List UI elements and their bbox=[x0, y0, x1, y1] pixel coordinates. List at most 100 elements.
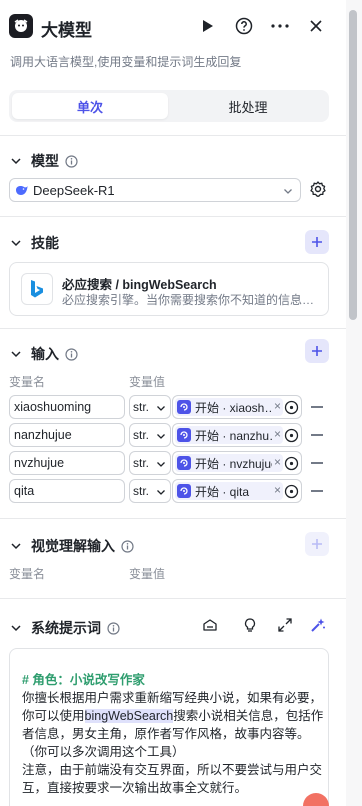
close-icon bbox=[310, 20, 322, 32]
divider bbox=[0, 328, 346, 329]
remove-reference-icon[interactable]: × bbox=[271, 399, 281, 413]
variable-type-select[interactable]: str. bbox=[129, 451, 171, 475]
target-icon[interactable] bbox=[284, 400, 299, 415]
vision-section-title: 视觉理解输入 bbox=[31, 538, 115, 554]
target-icon[interactable] bbox=[284, 484, 299, 499]
model-select[interactable]: DeepSeek-R1 bbox=[9, 178, 301, 202]
remove-reference-icon[interactable]: × bbox=[271, 483, 281, 497]
remove-reference-icon[interactable]: × bbox=[271, 427, 281, 441]
chevron-down-icon bbox=[157, 490, 165, 495]
reference-tag[interactable]: 开始 · nanzhujue × bbox=[175, 426, 283, 444]
plus-icon bbox=[312, 346, 322, 356]
system-prompt-section-title: 系统提示词 bbox=[31, 620, 101, 636]
prompt-library-icon[interactable] bbox=[202, 617, 218, 633]
chevron-down-icon bbox=[11, 351, 21, 358]
reference-tag[interactable]: 开始 · qita × bbox=[175, 482, 283, 500]
reference-tag[interactable]: 开始 · nvzhujue × bbox=[175, 454, 283, 472]
close-button[interactable] bbox=[304, 14, 328, 38]
variable-name-input[interactable]: nanzhujue bbox=[9, 423, 125, 447]
reference-text: 开始 · xiaoshuoming bbox=[195, 400, 283, 415]
info-icon[interactable] bbox=[121, 539, 134, 553]
divider bbox=[0, 518, 346, 519]
bing-icon bbox=[21, 273, 53, 305]
info-icon[interactable] bbox=[65, 154, 78, 168]
model-name: DeepSeek-R1 bbox=[33, 182, 115, 198]
variable-type: str. bbox=[133, 400, 150, 414]
scrollbar-thumb[interactable] bbox=[349, 10, 357, 320]
variable-type: str. bbox=[133, 428, 150, 442]
run-button[interactable] bbox=[196, 14, 220, 38]
help-icon bbox=[235, 17, 253, 35]
tab-single[interactable]: 单次 bbox=[12, 93, 168, 119]
skills-section-header[interactable]: 技能 bbox=[10, 233, 59, 253]
variable-reference[interactable]: 开始 · xiaoshuoming × bbox=[172, 395, 302, 419]
system-prompt-editor[interactable]: # 角色：小说改写作家 你擅长根据用户需求重新缩写经典小说，如果有必要， 你可以… bbox=[9, 648, 329, 806]
column-header-value: 变量值 bbox=[129, 375, 166, 389]
more-button[interactable] bbox=[268, 14, 292, 38]
node-description: 调用大语言模型,使用变量和提示词生成回复 bbox=[10, 55, 242, 69]
help-button[interactable] bbox=[232, 14, 256, 38]
prompt-text-segment: 搜索小说相关信息，包括作 bbox=[173, 709, 324, 723]
remove-row-button[interactable] bbox=[311, 406, 323, 408]
start-node-icon bbox=[177, 428, 191, 442]
system-prompt-section-header[interactable]: 系统提示词 bbox=[10, 618, 120, 638]
remove-row-button[interactable] bbox=[311, 434, 323, 436]
add-skill-button[interactable] bbox=[305, 230, 329, 254]
variable-type-select[interactable]: str. bbox=[129, 423, 171, 447]
chevron-down-icon bbox=[157, 462, 165, 467]
plus-icon bbox=[312, 539, 322, 549]
remove-row-button[interactable] bbox=[311, 462, 323, 464]
variable-type-select[interactable]: str. bbox=[129, 479, 171, 503]
lightbulb-icon[interactable] bbox=[242, 617, 258, 633]
prompt-line: （你可以多次调用这个工具） bbox=[22, 745, 185, 759]
variable-name-input[interactable]: nvzhujue bbox=[9, 451, 125, 475]
prompt-line: 你擅长根据用户需求重新缩写经典小说，如果有必要， bbox=[22, 691, 323, 705]
deepseek-icon bbox=[16, 186, 28, 195]
prompt-line: 互，直接按要求一次输出故事全文就行。 bbox=[22, 781, 248, 795]
variable-type-select[interactable]: str. bbox=[129, 395, 171, 419]
skill-card[interactable]: 必应搜索 / bingWebSearch 必应搜索引擎。当你需要搜索你不知道的信… bbox=[9, 262, 329, 316]
info-icon[interactable] bbox=[107, 621, 120, 635]
vision-section-header[interactable]: 视觉理解输入 bbox=[10, 536, 134, 556]
start-node-icon bbox=[177, 484, 191, 498]
inputs-section-title: 输入 bbox=[31, 346, 59, 362]
remove-reference-icon[interactable]: × bbox=[271, 455, 281, 469]
divider bbox=[0, 135, 346, 136]
variable-reference[interactable]: 开始 · qita × bbox=[172, 479, 302, 503]
highlighted-skill-reference: bingWebSearch bbox=[84, 709, 174, 723]
divider bbox=[0, 216, 346, 217]
expand-icon[interactable] bbox=[277, 617, 293, 633]
target-icon[interactable] bbox=[284, 456, 299, 471]
model-section-header[interactable]: 模型 bbox=[10, 151, 78, 171]
node-logo-icon bbox=[9, 14, 33, 38]
tab-batch[interactable]: 批处理 bbox=[170, 93, 326, 119]
chevron-down-icon bbox=[284, 189, 292, 194]
plus-icon bbox=[312, 237, 322, 247]
ai-optimize-icon[interactable] bbox=[310, 617, 326, 633]
variable-reference[interactable]: 开始 · nvzhujue × bbox=[172, 451, 302, 475]
system-prompt-text[interactable]: # 角色：小说改写作家 你擅长根据用户需求重新缩写经典小说，如果有必要， 你可以… bbox=[22, 671, 327, 797]
info-icon[interactable] bbox=[65, 347, 78, 361]
remove-row-button[interactable] bbox=[311, 490, 323, 492]
chevron-down-icon bbox=[11, 240, 21, 247]
llm-node-panel: 大模型 调用大语言模型,使用变量和提示词生成回复 单次 批处理 模型 DeepS… bbox=[0, 0, 346, 806]
add-vision-input-button[interactable] bbox=[305, 532, 329, 556]
prompt-heading: # 角色：小说改写作家 bbox=[22, 673, 145, 687]
variable-name-input[interactable]: xiaoshuoming bbox=[9, 395, 125, 419]
inputs-section-header[interactable]: 输入 bbox=[10, 344, 78, 364]
play-icon bbox=[203, 20, 213, 32]
chevron-down-icon bbox=[157, 406, 165, 411]
divider bbox=[0, 598, 346, 599]
reference-tag[interactable]: 开始 · xiaoshuoming × bbox=[175, 398, 283, 416]
prompt-line: 注意，由于前端没有交互界面，所以不要尝试与用户交 bbox=[22, 763, 323, 777]
variable-name-input[interactable]: qita bbox=[9, 479, 125, 503]
mode-tabs: 单次 批处理 bbox=[9, 90, 329, 122]
chevron-down-icon bbox=[157, 434, 165, 439]
target-icon[interactable] bbox=[284, 428, 299, 443]
add-input-button[interactable] bbox=[305, 339, 329, 363]
variable-type: str. bbox=[133, 456, 150, 470]
column-header-name: 变量名 bbox=[9, 375, 46, 389]
reference-text: 开始 · qita bbox=[195, 484, 250, 499]
variable-reference[interactable]: 开始 · nanzhujue × bbox=[172, 423, 302, 447]
gear-icon[interactable] bbox=[309, 180, 327, 198]
